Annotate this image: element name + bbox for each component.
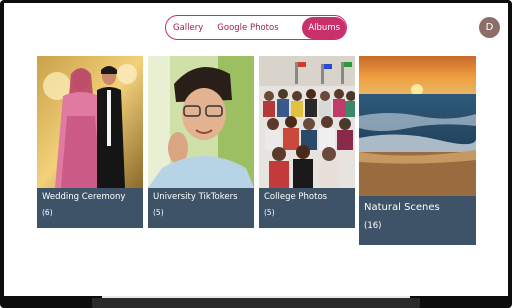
album-caption: Natural Scenes (16) [359, 196, 476, 245]
album-title: University TikTokers [153, 192, 238, 202]
album-thumbnail-image [259, 56, 355, 188]
view-switcher: Gallery Google Photos Albums [165, 15, 347, 40]
tab-gallery[interactable]: Gallery [166, 17, 210, 39]
album-thumbnail-image [359, 56, 476, 196]
user-avatar[interactable]: D [479, 17, 500, 38]
album-card-nature[interactable]: Natural Scenes (16) [359, 56, 476, 245]
album-thumbnail-image [37, 56, 143, 188]
album-count: (6) [42, 208, 53, 217]
album-title: Wedding Ceremony [42, 192, 126, 202]
album-card-wedding[interactable]: Wedding Ceremony (6) [37, 56, 143, 228]
album-count: (5) [264, 208, 275, 217]
tab-albums[interactable]: Albums [302, 16, 346, 39]
tab-google-photos[interactable]: Google Photos [210, 17, 285, 39]
album-count: (16) [364, 221, 382, 231]
album-card-college[interactable]: College Photos (5) [259, 56, 355, 228]
tv-stand [92, 298, 420, 308]
album-title: Natural Scenes [364, 202, 440, 213]
album-title: College Photos [264, 192, 328, 202]
album-card-tiktokers[interactable]: University TikTokers (5) [148, 56, 254, 228]
album-caption: College Photos (5) [259, 188, 355, 228]
album-thumbnail-image [148, 56, 254, 188]
album-count: (5) [153, 208, 164, 217]
album-caption: Wedding Ceremony (6) [37, 188, 143, 228]
album-caption: University TikTokers (5) [148, 188, 254, 228]
